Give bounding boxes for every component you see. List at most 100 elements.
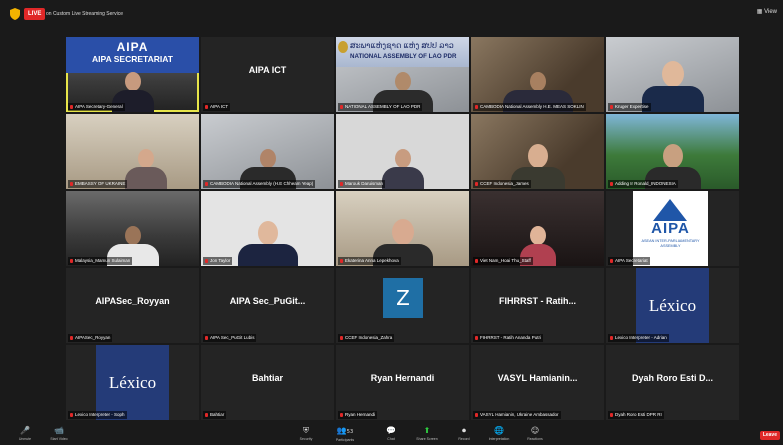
participant-name: Adding Ir Ronald_INDONESIA bbox=[608, 180, 678, 188]
video-tile[interactable]: CAMBODIA National Assembly (H.E Chheam Y… bbox=[201, 114, 334, 189]
participants-button[interactable]: 👥53 Participants bbox=[330, 426, 360, 443]
share-screen-button[interactable]: ⬆ Share Screen bbox=[412, 426, 442, 442]
reactions-button[interactable]: ☺ Reactions bbox=[520, 426, 550, 442]
view-button-label: View bbox=[764, 9, 777, 15]
video-tile[interactable]: Jon Taylor bbox=[201, 191, 334, 266]
aipa-secretariat-banner: AIPA AIPA SECRETARIAT bbox=[66, 37, 199, 73]
aipa-logo: AIPA ASEAN INTER-PARLIAMENTARY ASSEMBLY bbox=[633, 191, 708, 266]
participants-count: 53 bbox=[346, 429, 354, 435]
share-screen-label: Share Screen bbox=[416, 437, 438, 441]
video-tile[interactable]: EMBASSY OF UKRAINE bbox=[66, 114, 199, 189]
participant-name: Viet Nam_Hoai Thu_Staff bbox=[473, 257, 533, 265]
participants-label: Participants bbox=[335, 438, 355, 442]
video-tile[interactable]: Léxico Lexico Interpreter - Adrian bbox=[606, 268, 739, 343]
video-tile[interactable]: AIPA ASEAN INTER-PARLIAMENTARY ASSEMBLY … bbox=[606, 191, 739, 266]
participant-name: NATIONAL ASSEMBLY OF LAO PDR bbox=[338, 103, 423, 111]
participant-name: Lexico Interpreter - Soph bbox=[68, 411, 127, 419]
participant-name: EMBASSY OF UKRAINE bbox=[68, 180, 128, 188]
participant-display-name: Ryan Hernandi bbox=[370, 373, 435, 383]
video-tile[interactable]: Marouk Daruisman bbox=[336, 114, 469, 189]
participant-video bbox=[381, 149, 424, 189]
record-icon: ⏺ bbox=[462, 426, 466, 435]
banner-subtitle: AIPA SECRETARIAT bbox=[92, 54, 173, 64]
aipa-logo-word: AIPA bbox=[651, 220, 690, 237]
video-tile[interactable]: ສະພາແຫ່ງຊາດ ແຫ່ງ ສປປ ລາວ NATIONAL ASSEMB… bbox=[336, 37, 469, 112]
participant-name: CAMBODIA National Assembly (H.E Chheam Y… bbox=[203, 180, 316, 188]
meeting-toolbar: 🎤 Unmute 📹 Start Video ⛨ Security 👥53 Pa… bbox=[0, 424, 783, 445]
video-tile[interactable]: AIPA ICT AIPA ICT bbox=[201, 37, 334, 112]
participant-video bbox=[124, 149, 167, 189]
meeting-top-bar: LIVE on Custom Live Streaming Service ▦ … bbox=[0, 0, 783, 30]
encryption-shield-icon[interactable] bbox=[10, 8, 20, 20]
participant-display-name: AIPASec_Royyan bbox=[95, 296, 170, 306]
video-tile[interactable]: Malaysia_Mamun Sulaiman bbox=[66, 191, 199, 266]
record-label: Record bbox=[458, 437, 470, 441]
leave-button[interactable]: Leave bbox=[759, 431, 780, 440]
live-stream-label[interactable]: on Custom Live Streaming Service bbox=[46, 9, 123, 19]
share-screen-icon: ⬆ bbox=[423, 426, 431, 435]
participant-name: Lexico Interpreter - Adrian bbox=[608, 334, 669, 342]
video-tile[interactable]: AIPA Sec_PuGit... AIPA Sec_PuGit Lubis bbox=[201, 268, 334, 343]
participant-display-name: VASYL Hamianin... bbox=[497, 373, 578, 383]
video-tile[interactable]: AIPASec_Royyan AIPASec_Royyan bbox=[66, 268, 199, 343]
avatar-letter: Z bbox=[396, 286, 410, 310]
participants-icon: 👥53 bbox=[336, 426, 354, 435]
participant-name: AIPA Sec_PuGit Lubis bbox=[203, 334, 257, 342]
participant-name: FIHRRST - Ratih Ananda Putri bbox=[473, 334, 543, 342]
lexico-logo: Léxico bbox=[636, 268, 709, 343]
security-label: Security bbox=[299, 437, 313, 441]
chat-icon: 💬 bbox=[386, 426, 396, 435]
security-button[interactable]: ⛨ Security bbox=[291, 426, 321, 442]
lexico-logo-text: Léxico bbox=[648, 296, 697, 315]
participant-name: AIPASec_Royyan bbox=[68, 334, 113, 342]
video-tile[interactable]: Viet Nam_Hoai Thu_Staff bbox=[471, 191, 604, 266]
video-icon: 📹 bbox=[54, 426, 64, 435]
unmute-label: Unmute bbox=[18, 437, 32, 441]
aipa-logo-subtitle: ASEAN INTER-PARLIAMENTARY ASSEMBLY bbox=[641, 239, 700, 248]
participant-name: AIPA ICT bbox=[203, 103, 231, 111]
participant-name: Ryan Hernandi bbox=[338, 411, 378, 419]
participant-name: Marouk Daruisman bbox=[338, 180, 386, 188]
participant-name: Dyah Roro Esti DPR RI bbox=[608, 411, 664, 419]
microphone-icon: 🎤 bbox=[20, 426, 30, 435]
lexico-logo-text: Léxico bbox=[108, 373, 157, 392]
participant-display-name: AIPA ICT bbox=[248, 65, 287, 75]
video-tile[interactable]: FIHRRST - Ratih... FIHRRST - Ratih Anand… bbox=[471, 268, 604, 343]
video-tile[interactable]: Dyah Roro Esti D... Dyah Roro Esti DPR R… bbox=[606, 345, 739, 420]
video-tile[interactable]: Z CCEF Indonesia_Zahra bbox=[336, 268, 469, 343]
record-button[interactable]: ⏺ Record bbox=[449, 426, 479, 442]
participant-name: CAMBODIA National Assembly H.E. MEAS SOK… bbox=[473, 103, 586, 111]
chat-button[interactable]: 💬 Chat bbox=[376, 426, 406, 442]
video-tile[interactable]: VASYL Hamianin... VASYL Hamianin, Ukrain… bbox=[471, 345, 604, 420]
participant-name: Malaysia_Mamun Sulaiman bbox=[68, 257, 133, 265]
participant-display-name: FIHRRST - Ratih... bbox=[499, 296, 576, 306]
lao-assembly-banner: ສະພາແຫ່ງຊາດ ແຫ່ງ ສປປ ລາວ NATIONAL ASSEMB… bbox=[336, 37, 469, 67]
participant-video bbox=[237, 221, 298, 266]
interpretation-button[interactable]: 🌐 Interpretation bbox=[484, 426, 514, 442]
banner-english-text: NATIONAL ASSEMBLY OF LAO PDR bbox=[350, 53, 457, 60]
video-tile[interactable]: Ekaterina Anna Lepekhova bbox=[336, 191, 469, 266]
banner-title: AIPA bbox=[116, 40, 149, 54]
banner-lao-text: ສະພາແຫ່ງຊາດ ແຫ່ງ ສປປ ລາວ bbox=[350, 41, 454, 50]
video-tile[interactable]: Ryan Hernandi Ryan Hernandi bbox=[336, 345, 469, 420]
video-tile[interactable]: AIPA AIPA SECRETARIAT AIPA Secretary-Gen… bbox=[66, 37, 199, 112]
participant-display-name: Dyah Roro Esti D... bbox=[631, 373, 713, 383]
reactions-icon: ☺ bbox=[530, 426, 540, 435]
grid-view-icon: ▦ bbox=[756, 9, 765, 15]
participant-name: Bahtiar bbox=[203, 411, 227, 419]
video-tile[interactable]: Bahtiar Bahtiar bbox=[201, 345, 334, 420]
start-video-label: Start Video bbox=[50, 437, 68, 441]
view-button[interactable]: ▦ View bbox=[757, 8, 777, 15]
start-video-button[interactable]: 📹 Start Video bbox=[44, 426, 74, 442]
video-tile[interactable]: CAMBODIA National Assembly H.E. MEAS SOK… bbox=[471, 37, 604, 112]
video-tile[interactable]: CCEF Indonesia_James bbox=[471, 114, 604, 189]
unmute-button[interactable]: 🎤 Unmute bbox=[10, 426, 40, 442]
live-badge[interactable]: LIVE bbox=[24, 8, 46, 20]
video-tile[interactable]: Kruger Expertise bbox=[606, 37, 739, 112]
participant-name: VASYL Hamianin, Ukraine Ambassador bbox=[473, 411, 561, 419]
participant-name: AIPA Secretariat bbox=[608, 257, 650, 265]
video-tile[interactable]: Léxico Lexico Interpreter - Soph bbox=[66, 345, 199, 420]
video-tile[interactable]: Adding Ir Ronald_INDONESIA bbox=[606, 114, 739, 189]
participant-name: Ekaterina Anna Lepekhova bbox=[338, 257, 401, 265]
lao-emblem-icon bbox=[338, 41, 348, 53]
